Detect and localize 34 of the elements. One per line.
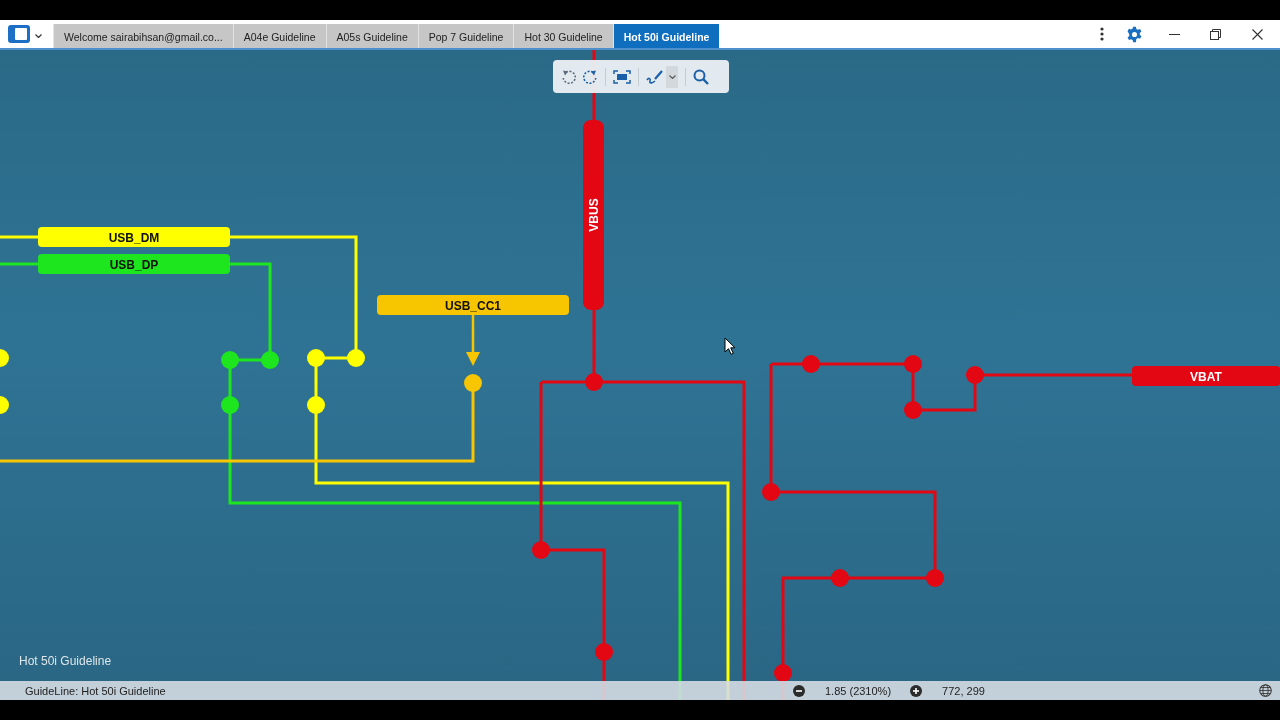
guideline-tab[interactable]: Hot 50i Guideline: [612, 24, 720, 48]
brush-icon[interactable]: [646, 68, 664, 85]
tool-dropdown-button[interactable]: [666, 65, 678, 88]
minimize-icon[interactable]: [1168, 33, 1180, 35]
more-options-icon[interactable]: [1100, 27, 1104, 41]
net-label: VBUS: [583, 120, 604, 310]
guideline-name: GuideLine: Hot 50i Guideline: [25, 684, 166, 697]
guideline-tab[interactable]: Hot 30 Guideline: [513, 24, 613, 48]
cursor-icon: [724, 337, 736, 355]
caret-icon: [668, 74, 676, 79]
zoom-level: 1.85 (2310%): [825, 684, 892, 697]
guideline-tab[interactable]: A05s Guideline: [325, 24, 418, 48]
zoom-out-icon[interactable]: [793, 684, 805, 697]
pointer-arrow: [466, 315, 480, 366]
net-label: VBAT: [1132, 366, 1280, 386]
guideline-tab[interactable]: Pop 7 Guideline: [417, 24, 514, 48]
restore-icon[interactable]: [1209, 28, 1221, 40]
caret-icon[interactable]: [35, 34, 42, 38]
zoom-in-icon[interactable]: [910, 684, 923, 697]
guideline-tab[interactable]: Welcome sairabihsan@gmail.co...: [53, 24, 233, 48]
guideline-tab[interactable]: A04e Guideline: [232, 24, 326, 48]
globe-icon[interactable]: [1259, 684, 1272, 697]
settings-icon[interactable]: [1125, 25, 1143, 43]
app-menu-icon[interactable]: [8, 25, 30, 43]
search-icon[interactable]: [693, 68, 709, 85]
rotate-left-icon[interactable]: [561, 68, 577, 85]
net-label: USB_CC1: [377, 295, 569, 315]
net-label: USB_DP: [38, 254, 230, 274]
net-label: USB_DM: [38, 227, 230, 247]
rotate-right-icon[interactable]: [582, 68, 598, 85]
guideline-caption: Hot 50i Guideline: [19, 654, 112, 668]
close-icon[interactable]: [1251, 28, 1263, 40]
cursor-coordinates: 772, 299: [942, 684, 985, 697]
fit-screen-icon[interactable]: [613, 69, 631, 84]
